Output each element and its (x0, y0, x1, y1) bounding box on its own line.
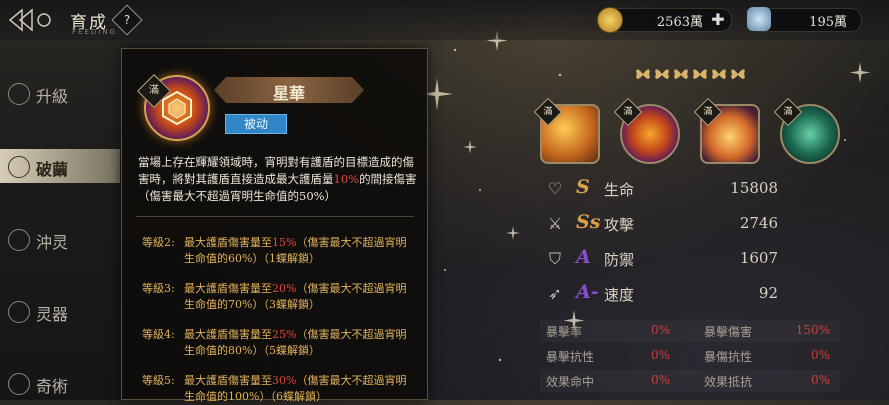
back-arrow-icon (8, 8, 51, 32)
sub-stat-label: 暴擊傷害 (704, 325, 753, 339)
stat-name: 防禦 (604, 251, 635, 269)
sidebar-item-magic[interactable]: 奇術 (0, 366, 120, 400)
sub-stat-label: 暴擊率 (546, 325, 583, 339)
gold-coin-icon (597, 7, 623, 33)
back-button[interactable] (6, 6, 56, 34)
sub-stat-label: 暴傷抗性 (704, 350, 753, 364)
stat-value: 15808 (730, 179, 778, 197)
skill-level-4: 等級4: 最大護盾傷害量至25%（傷害最大不超過宵明生命值的80%）（5蝶解鎖） (142, 328, 407, 357)
spirit-icon (8, 229, 30, 251)
butterfly-icon (636, 69, 745, 79)
stat-hp: ♡ S 生命 15808 (540, 174, 840, 204)
sub-stat-value: 0% (810, 348, 830, 362)
boot-icon: ➶ (548, 284, 562, 303)
stat-grade: A (576, 246, 591, 268)
sidebar-item-cocoon[interactable]: 破繭 (0, 149, 120, 183)
sidebar-item-levelup[interactable]: 升級 (0, 76, 120, 110)
max-badge: 滿 (533, 97, 563, 127)
skill-slot-1[interactable]: 滿 (533, 97, 600, 164)
magic-icon (8, 373, 30, 395)
skill-name: 星華 (272, 84, 305, 103)
max-badge: 滿 (613, 97, 643, 127)
help-icon: ? (123, 13, 131, 27)
sub-stat-row: 暴擊抗性 0% 暴傷抗性 0% (540, 345, 840, 367)
divider (136, 216, 414, 217)
skill-slot-2[interactable]: 滿 (613, 97, 680, 164)
stat-grade: A- (576, 281, 599, 303)
gold-amount: 2563萬 (656, 15, 703, 30)
sidebar-item-label: 沖灵 (36, 233, 69, 252)
max-badge: 滿 (693, 97, 723, 127)
sub-stat-value: 150% (795, 323, 830, 337)
heart-icon: ♡ (547, 179, 563, 198)
stat-name: 攻擊 (604, 216, 635, 234)
skill-level-5: 等級5: 最大護盾傷害量至30%（傷害最大不超過宵明生命值的100%）（6蝶解鎖… (142, 374, 407, 403)
cocoon-icon (8, 156, 30, 178)
sidebar-item-label: 灵器 (36, 305, 69, 324)
desc-highlight: 10% (333, 172, 360, 186)
level-tag: 等級2: (142, 236, 175, 249)
sidebar-item-label: 奇術 (36, 377, 69, 396)
desc-note: （傷害最大不超過宵明生命值的50%） (138, 189, 337, 203)
stat-value: 92 (758, 284, 778, 302)
stat-speed: ➶ A- 速度 92 (540, 279, 840, 309)
sub-stat-label: 暴擊抗性 (546, 350, 595, 364)
level-tag: 等級4: (142, 328, 175, 341)
bottle-amount: 195萬 (809, 15, 847, 30)
sub-stat-value: 0% (650, 348, 670, 362)
sub-stat-value: 0% (810, 373, 830, 387)
sword-icon: ⚔ (547, 214, 563, 233)
stat-name: 速度 (604, 286, 635, 304)
sub-stat-label: 效果抵抗 (704, 375, 753, 389)
bottle-currency: 195萬 (747, 7, 862, 32)
sub-stat-label: 效果命中 (546, 375, 595, 389)
gold-currency: 2563萬 ✚ (597, 7, 732, 33)
artifact-icon (8, 301, 30, 323)
level-tag: 等級3: (142, 282, 175, 295)
desc-text: 的間接傷害 (359, 172, 417, 186)
skill-slot-3[interactable]: 滿 (693, 97, 760, 164)
skill-name-banner: 星華 (214, 77, 364, 103)
sidebar-item-spirit[interactable]: 沖灵 (0, 222, 120, 256)
stat-grade: S (576, 176, 590, 198)
stat-grade: Ss (576, 211, 601, 233)
skill-level-3: 等級3: 最大護盾傷害量至20%（傷害最大不超過宵明生命值的70%）（3蝶解鎖） (142, 282, 407, 311)
stat-name: 生命 (604, 181, 635, 199)
sub-stat-row: 效果命中 0% 效果抵抗 0% (540, 370, 840, 392)
sub-stat-value: 0% (650, 323, 670, 337)
sub-stat-value: 0% (650, 373, 670, 387)
levelup-icon (8, 83, 30, 105)
top-bar: 育成 FEEDING ? 2563萬 ✚ 195萬 (0, 0, 889, 40)
skill-tooltip-panel: 滿 星華 被动 當場上存在輝耀領域時，宵明對有護盾的目標造成的傷害時，將對其護盾… (121, 48, 428, 403)
butterfly-rank-icons (635, 66, 747, 86)
skill-type-tag: 被动 (225, 114, 287, 134)
shield-icon: ⛉ (548, 249, 561, 268)
max-badge: 滿 (773, 97, 803, 127)
stat-value: 2746 (739, 214, 778, 232)
sidebar-item-label: 破繭 (36, 160, 69, 179)
skill-level-2: 等級2: 最大護盾傷害量至15%（傷害最大不超過宵明生命值的60%）（1蝶解鎖） (142, 236, 407, 265)
level-tag: 等級5: (142, 374, 175, 387)
stat-defense: ⛉ A 防禦 1607 (540, 244, 840, 274)
add-gold-button[interactable]: ✚ (709, 11, 727, 29)
bottle-icon (747, 7, 771, 31)
sub-stat-row: 暴擊率 0% 暴擊傷害 150% (540, 320, 840, 342)
skill-description: 當場上存在輝耀領域時，宵明對有護盾的目標造成的傷害時，將對其護盾直接造成最大護盾… (138, 154, 422, 205)
sidebar-item-artifact[interactable]: 灵器 (0, 294, 120, 328)
skill-slot-4[interactable]: 滿 (773, 97, 840, 164)
page-subtitle: FEEDING (72, 28, 117, 36)
sidebar-item-label: 升級 (36, 87, 69, 106)
stat-attack: ⚔ Ss 攻擊 2746 (540, 209, 840, 239)
stat-value: 1607 (739, 249, 778, 267)
